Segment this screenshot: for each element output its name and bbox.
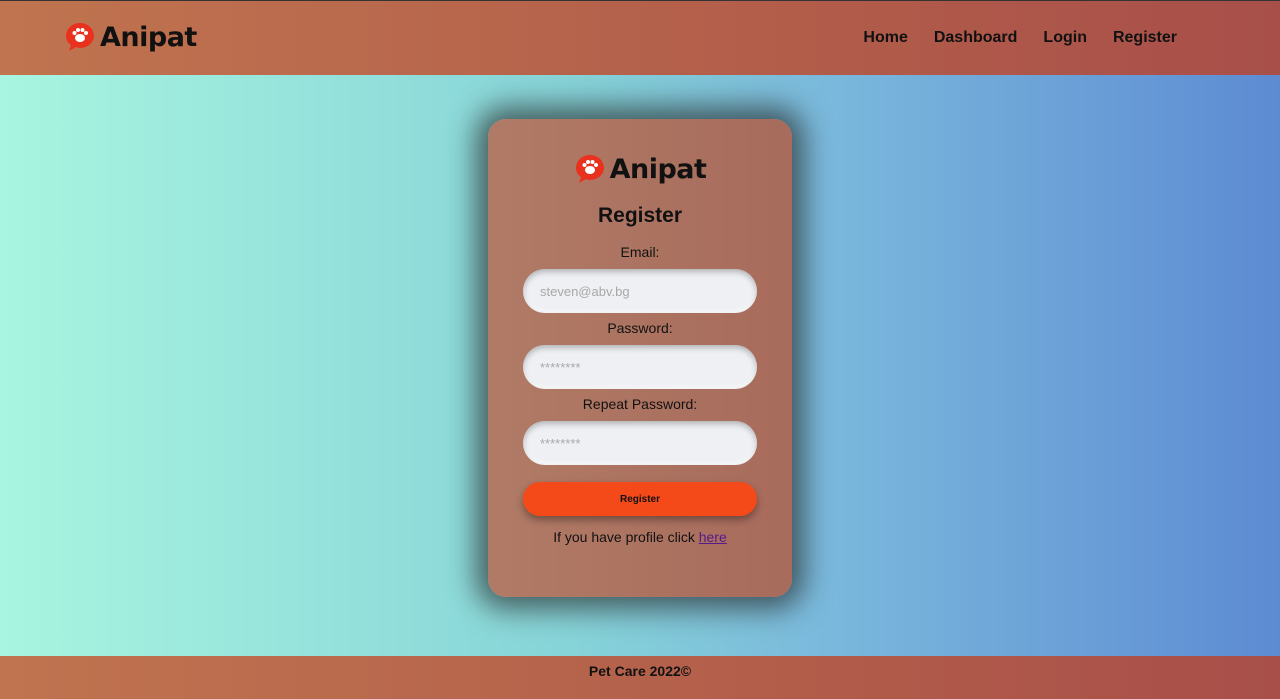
footer-text: Pet Care 2022© (588, 663, 692, 679)
login-hint: If you have profile click here (488, 529, 792, 545)
email-label: Email: (620, 244, 660, 260)
nav-link-login[interactable]: Login (1043, 29, 1087, 47)
login-hint-text: If you have profile click (553, 529, 699, 545)
site-footer: Pet Care 2022© (0, 656, 1280, 699)
nav-link-register[interactable]: Register (1113, 29, 1177, 47)
email-field[interactable] (523, 269, 757, 313)
site-header: Anipat Home Dashboard Login Register (0, 0, 1280, 75)
password-label: Password: (607, 320, 673, 336)
main-nav: Home Dashboard Login Register (863, 29, 1177, 47)
nav-link-home[interactable]: Home (863, 29, 907, 47)
card-brand-name: Anipat (609, 153, 707, 185)
repeat-password-field[interactable] (523, 421, 757, 465)
card-brand: Anipat (488, 153, 792, 185)
nav-link-dashboard[interactable]: Dashboard (934, 29, 1018, 47)
register-button[interactable]: Register (523, 482, 757, 516)
paw-chat-logo-icon (66, 23, 94, 51)
page-title: Register (597, 204, 683, 227)
login-here-link[interactable]: here (699, 529, 727, 545)
register-card: Anipat Register Email: Password: Repeat … (488, 119, 792, 597)
brand-logo-link[interactable]: Anipat (64, 19, 197, 55)
paw-chat-logo-icon (575, 155, 604, 183)
repeat-password-label: Repeat Password: (582, 396, 698, 412)
password-field[interactable] (523, 345, 757, 389)
brand-name: Anipat (100, 21, 197, 53)
